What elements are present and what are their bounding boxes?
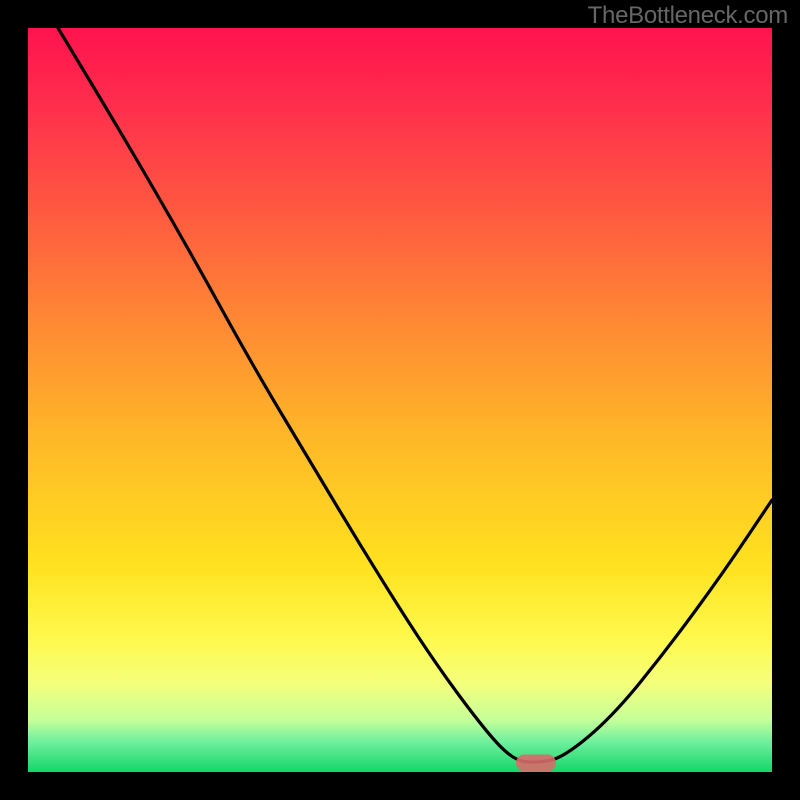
plot-area xyxy=(28,28,772,772)
curve-svg xyxy=(28,28,772,772)
watermark-text: TheBottleneck.com xyxy=(588,2,788,30)
chart-container: TheBottleneck.com xyxy=(0,0,800,800)
optimal-marker xyxy=(516,755,556,772)
bottleneck-curve xyxy=(58,28,772,762)
